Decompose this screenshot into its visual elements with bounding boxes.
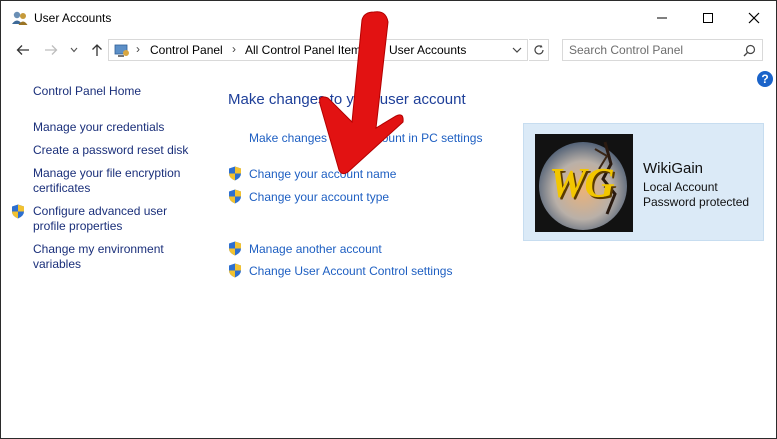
chevron-down-icon: [70, 47, 78, 53]
change-uac-settings-link[interactable]: Change User Account Control settings: [249, 264, 452, 278]
uac-shield-icon: [229, 189, 241, 204]
refresh-icon: [533, 44, 544, 55]
user-accounts-window: User Accounts › Control Panel › All Cont…: [0, 0, 777, 439]
back-button[interactable]: [13, 40, 33, 60]
account-name: WikiGain: [643, 160, 704, 177]
change-environment-variables-link[interactable]: Change my environment variables: [33, 242, 183, 272]
chevron-down-icon[interactable]: [511, 44, 523, 56]
create-password-reset-disk-link[interactable]: Create a password reset disk: [33, 143, 203, 158]
window-title: User Accounts: [34, 11, 112, 25]
account-avatar[interactable]: WG: [535, 134, 633, 232]
breadcrumb-all-items[interactable]: All Control Panel Items: [245, 43, 367, 57]
manage-another-account-link[interactable]: Manage another account: [249, 242, 382, 256]
search-input[interactable]: [569, 42, 734, 58]
page-title: Make changes to your user account: [228, 91, 466, 108]
minimize-icon: [657, 17, 667, 18]
uac-shield-icon: [12, 204, 24, 219]
up-arrow-icon: [92, 44, 102, 56]
maximize-icon: [703, 12, 713, 23]
change-account-name-link[interactable]: Change your account name: [249, 167, 396, 181]
maximize-button[interactable]: [685, 1, 731, 34]
breadcrumb-separator-icon: ›: [375, 42, 379, 56]
search-icon[interactable]: [743, 44, 756, 57]
account-type: Local Account: [643, 180, 718, 194]
uac-shield-icon: [229, 166, 241, 181]
help-icon[interactable]: ?: [757, 71, 773, 87]
breadcrumb-control-panel[interactable]: Control Panel: [150, 43, 223, 57]
uac-shield-icon: [229, 263, 241, 278]
user-accounts-icon: [12, 11, 28, 25]
title-bar: User Accounts: [1, 1, 776, 34]
account-card: WG WikiGain Local Account Password prote…: [523, 123, 764, 241]
close-icon: [748, 12, 760, 23]
account-status: Password protected: [643, 195, 750, 209]
control-panel-icon: [114, 44, 129, 57]
control-panel-home-link[interactable]: Control Panel Home: [33, 84, 203, 99]
search-box[interactable]: [562, 39, 763, 61]
avatar-logo-text: WG: [549, 161, 615, 207]
refresh-button[interactable]: [529, 39, 549, 61]
address-bar[interactable]: › Control Panel › All Control Panel Item…: [108, 39, 528, 61]
pc-settings-link[interactable]: Make changes to my account in PC setting…: [249, 131, 482, 145]
close-button[interactable]: [731, 1, 777, 34]
recent-locations-button[interactable]: [67, 40, 81, 60]
minimize-button[interactable]: [639, 1, 685, 34]
up-button[interactable]: [87, 40, 107, 60]
uac-shield-icon: [229, 241, 241, 256]
forward-button[interactable]: [41, 40, 61, 60]
forward-arrow-icon: [45, 45, 58, 55]
breadcrumb-user-accounts[interactable]: User Accounts: [389, 43, 466, 57]
back-arrow-icon: [16, 45, 29, 55]
breadcrumb-separator-icon: ›: [232, 42, 236, 56]
manage-encryption-certificates-link[interactable]: Manage your file encryption certificates: [33, 166, 193, 196]
breadcrumb-separator-icon: ›: [136, 42, 140, 56]
manage-credentials-link[interactable]: Manage your credentials: [33, 120, 203, 135]
change-account-type-link[interactable]: Change your account type: [249, 190, 389, 204]
configure-profile-properties-link[interactable]: Configure advanced user profile properti…: [33, 204, 183, 234]
